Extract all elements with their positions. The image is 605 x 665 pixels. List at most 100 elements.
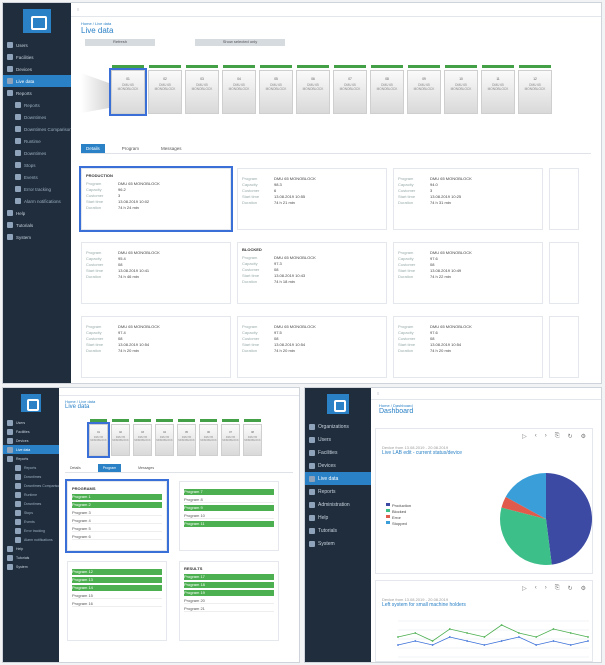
live-data-card[interactable]: Program DMU 65 MONOBLOCK Capacity 97.6 Custo… xyxy=(393,316,543,378)
menu-icon[interactable]: ≡ xyxy=(77,7,79,12)
sidebar-item[interactable]: Events xyxy=(3,171,71,183)
tab[interactable]: Program xyxy=(117,144,144,153)
sidebar-item[interactable]: Live data xyxy=(305,472,371,485)
sidebar-item[interactable]: Administration xyxy=(305,498,371,511)
machine-tile[interactable]: 04 DMU 65 MONOBLOCK xyxy=(155,419,174,456)
program-row[interactable]: Program 2 xyxy=(72,502,162,508)
data-point[interactable] xyxy=(569,644,572,646)
data-point[interactable] xyxy=(552,628,555,630)
data-point[interactable] xyxy=(414,640,417,642)
tab[interactable]: Program xyxy=(97,464,122,472)
sidebar-item[interactable]: Downtimes xyxy=(3,111,71,123)
live-data-card[interactable]: Program DMU 65 MONOBLOCK Capacity 94.0 Custo… xyxy=(393,168,543,230)
machine-tile[interactable]: 07 DMU 65 MONOBLOCK xyxy=(333,65,367,114)
program-row[interactable]: Program 5 xyxy=(72,526,162,532)
sidebar-item[interactable]: Alarm notifications xyxy=(3,195,71,207)
menu-icon[interactable]: ≡ xyxy=(377,391,379,396)
data-point[interactable] xyxy=(569,632,572,634)
program-row[interactable]: Program 1 xyxy=(72,494,162,500)
data-point[interactable] xyxy=(587,636,589,638)
data-point[interactable] xyxy=(466,632,468,634)
machine-tile[interactable]: 05 DMU 65 MONOBLOCK xyxy=(259,65,293,114)
sidebar-item[interactable]: Error tracking xyxy=(3,183,71,195)
sidebar-item[interactable]: Users xyxy=(3,39,71,51)
program-row[interactable]: Program 18 xyxy=(184,582,274,588)
pie-slice-production[interactable] xyxy=(546,473,593,565)
program-row[interactable]: Program 14 xyxy=(72,585,162,591)
sidebar-item[interactable]: System xyxy=(3,231,71,243)
sidebar-item[interactable]: Tutorials xyxy=(305,524,371,537)
machine-tile[interactable]: 03 DMU 65 MONOBLOCK xyxy=(133,419,152,456)
data-point[interactable] xyxy=(483,644,486,646)
sidebar-item[interactable]: Stops xyxy=(3,508,59,517)
data-point[interactable] xyxy=(535,644,538,646)
live-data-card[interactable]: BLOCKED Program DMU 65 MONOBLOCK Capacity 97… xyxy=(237,242,387,304)
data-point[interactable] xyxy=(518,636,520,638)
machine-tile[interactable]: 08 DMU 65 MONOBLOCK xyxy=(243,419,262,456)
machine-tile[interactable]: 08 DMU 65 MONOBLOCK xyxy=(370,65,404,114)
data-point[interactable] xyxy=(414,632,417,634)
sidebar-item[interactable]: Facilities xyxy=(305,446,371,459)
sidebar-item[interactable]: Reports xyxy=(3,87,71,99)
sidebar-item[interactable]: Tutorials xyxy=(3,553,59,562)
live-data-card[interactable]: Program DMU 65 MONOBLOCK Capacity 97.6 Custo… xyxy=(393,242,543,304)
program-row[interactable]: Program 12 xyxy=(72,569,162,575)
next-icon[interactable]: › xyxy=(545,433,547,440)
program-row[interactable]: Program 19 xyxy=(184,590,274,596)
live-data-card[interactable]: Program DMU 65 MONOBLOCK Capacity 97.4 Custo… xyxy=(81,316,231,378)
sidebar-item[interactable]: Live data xyxy=(3,75,71,87)
data-point[interactable] xyxy=(431,644,434,646)
live-data-card[interactable]: Program DMU 65 MONOBLOCK Capacity 98.3 Custo… xyxy=(237,168,387,230)
sidebar-item[interactable]: Downtimes xyxy=(3,499,59,508)
export-icon[interactable]: ⎘ xyxy=(555,585,560,592)
sidebar-item[interactable]: Reports xyxy=(3,463,59,472)
program-row[interactable]: Program 4 xyxy=(72,518,162,524)
program-row[interactable]: Program 6 xyxy=(72,534,162,540)
refresh-icon[interactable]: ↻ xyxy=(568,433,573,440)
sidebar-item[interactable]: Reports xyxy=(3,99,71,111)
sidebar-item[interactable]: Help xyxy=(3,544,59,553)
machine-tile[interactable]: 06 DMU 65 MONOBLOCK xyxy=(296,65,330,114)
live-data-card[interactable]: PRODUCTION Program DMU 65 MONOBLOCK Capacit… xyxy=(79,166,233,232)
sidebar-item[interactable]: Stops xyxy=(3,159,71,171)
program-row[interactable]: Program 15 xyxy=(72,593,162,599)
data-point[interactable] xyxy=(500,640,503,642)
sidebar-item[interactable]: Downtimes Comparison xyxy=(3,481,59,490)
tab[interactable]: Details xyxy=(81,144,105,153)
prev-icon[interactable]: ‹ xyxy=(535,433,537,440)
program-row[interactable]: Program 8 xyxy=(184,497,274,503)
sidebar-item[interactable]: Downtimes Comparison xyxy=(3,123,71,135)
live-data-card[interactable]: Program DMU 65 MONOBLOCK Capacity 97.5 Custo… xyxy=(237,316,387,378)
settings-icon[interactable]: ⚙ xyxy=(581,585,586,592)
show-selected-button[interactable]: Show selected only xyxy=(195,39,285,46)
sidebar-item[interactable]: Reports xyxy=(305,485,371,498)
data-point[interactable] xyxy=(587,640,589,642)
data-point[interactable] xyxy=(483,636,486,638)
sidebar-item[interactable]: Error tracking xyxy=(3,526,59,535)
data-point[interactable] xyxy=(431,640,434,642)
tab[interactable]: Messages xyxy=(156,144,187,153)
sidebar-item[interactable]: Runtime xyxy=(3,135,71,147)
machine-tile[interactable]: 04 DMU 65 MONOBLOCK xyxy=(222,65,256,114)
sidebar-item[interactable]: Reports xyxy=(3,454,59,463)
program-row[interactable]: Program 9 xyxy=(184,505,274,511)
sidebar-item[interactable]: Organizations xyxy=(305,420,371,433)
sidebar-item[interactable]: Help xyxy=(3,207,71,219)
machine-tile[interactable]: 12 DMU 65 MONOBLOCK xyxy=(518,65,552,114)
program-row[interactable]: Program 13 xyxy=(72,577,162,583)
settings-icon[interactable]: ⚙ xyxy=(581,433,586,440)
sidebar-item[interactable]: Devices xyxy=(3,436,59,445)
data-point[interactable] xyxy=(518,632,520,634)
sidebar-item[interactable]: Live data xyxy=(3,445,59,454)
program-row[interactable]: Program 10 xyxy=(184,513,274,519)
machine-tile[interactable]: 10 DMU 65 MONOBLOCK xyxy=(444,65,478,114)
data-point[interactable] xyxy=(448,628,451,630)
machine-tile[interactable]: 01 DMU 65 MONOBLOCK xyxy=(109,65,147,116)
data-point[interactable] xyxy=(397,636,399,638)
machine-tile[interactable]: 02 DMU 65 MONOBLOCK xyxy=(148,65,182,114)
play-icon[interactable]: ▷ xyxy=(522,585,527,592)
program-row[interactable]: Program 7 xyxy=(184,489,274,495)
sidebar-item[interactable]: Help xyxy=(305,511,371,524)
machine-tile[interactable]: 11 DMU 65 MONOBLOCK xyxy=(481,65,515,114)
refresh-icon[interactable]: ↻ xyxy=(568,585,573,592)
